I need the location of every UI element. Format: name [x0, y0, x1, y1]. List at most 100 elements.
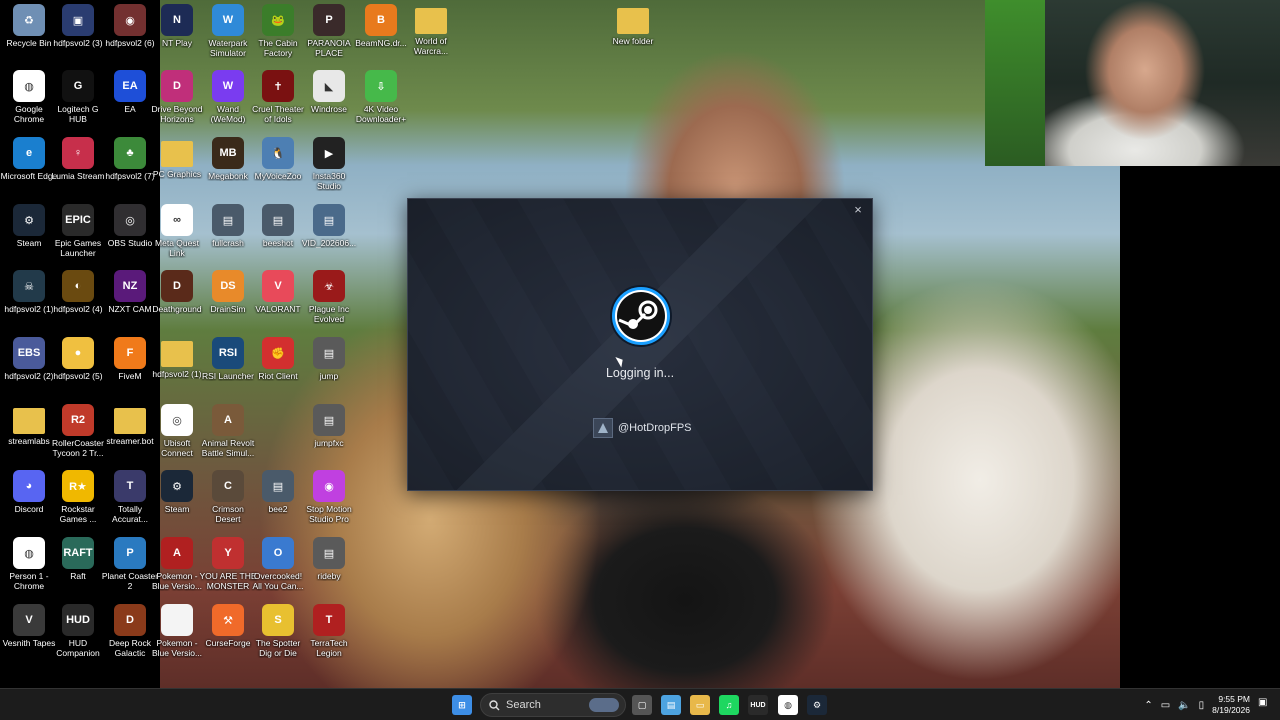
desktop-icon[interactable]: ♀ Lumia Stream — [49, 133, 107, 199]
chevron-up-icon[interactable]: ⌃ — [1144, 700, 1152, 711]
battery-icon[interactable]: ▯ — [1199, 700, 1205, 711]
close-button[interactable]: × — [850, 202, 866, 218]
crimson-desert-icon: C — [212, 470, 244, 502]
desktop-icon-label: RollerCoaster Tycoon 2 Tr... — [52, 438, 104, 458]
desktop-icon[interactable]: ✝ Cruel Theater of Idols — [249, 66, 307, 132]
desktop-icon-label: TerraTech Legion — [310, 638, 348, 658]
desktop-icon[interactable]: ▤ jumpfxc — [300, 400, 358, 466]
steam-login-dialog: × Logging in... @HotDropFPS — [407, 198, 873, 491]
desktop-icon[interactable]: World of Warcra... — [402, 0, 460, 66]
desktop-icon-label: 4K Video Downloader+ — [355, 104, 407, 124]
desktop-icon[interactable]: New folder — [604, 0, 662, 66]
desktop-icon[interactable]: D Drive Beyond Horizons — [148, 66, 206, 132]
desktop-icon[interactable]: ◐ hdfpsvol2 (4) — [49, 266, 107, 332]
recycle-bin-icon: ♻ — [13, 4, 45, 36]
desktop-icon[interactable]: ● hdfpsvol2 (5) — [49, 333, 107, 399]
desktop-icon[interactable]: ▤ beeshot — [249, 200, 307, 266]
desktop-icon-label: New folder — [612, 36, 654, 46]
desktop-icon[interactable]: A Pokemon - Blue Versio... — [148, 533, 206, 599]
beamng-icon: B — [365, 4, 397, 36]
desktop-icon-label: The Cabin Factory — [258, 38, 298, 58]
desktop-icon[interactable]: ▤ jump — [300, 333, 358, 399]
desktop-icon[interactable]: ▶ Insta360 Studio — [300, 133, 358, 199]
wand-icon: W — [212, 70, 244, 102]
desktop-icon[interactable]: S The Spotter Dig or Die — [249, 600, 307, 666]
meta-quest-icon: ∞ — [161, 204, 193, 236]
desktop-icon[interactable]: G Logitech G HUB — [49, 66, 107, 132]
desktop-icon[interactable]: P PARANOIA PLACE — [300, 0, 358, 66]
desktop-icon-label: HUD Companion — [56, 638, 100, 658]
chrome-icon[interactable]: ◍ — [778, 695, 798, 715]
desktop-icon[interactable]: N NT Play — [148, 0, 206, 66]
desktop-icon[interactable]: ⇩ 4K Video Downloader+ — [352, 66, 410, 132]
desktop-icon-label: rideby — [317, 571, 341, 581]
desktop-icon-label: Raft — [70, 571, 86, 581]
notification-icon[interactable]: ▣ — [1258, 697, 1272, 713]
desktop-icon[interactable]: O Overcooked! All You Can... — [249, 533, 307, 599]
desktop-icon[interactable]: ▤ rideby — [300, 533, 358, 599]
desktop-icon-label: PARANOIA PLACE — [307, 38, 351, 58]
video-file-icon: ▤ — [313, 404, 345, 436]
tabs-icon: T — [114, 470, 146, 502]
video-file-icon: ▤ — [313, 204, 345, 236]
volume-icon[interactable]: 🔈 — [1178, 700, 1190, 711]
windows-start-icon[interactable]: ⊞ — [452, 695, 472, 715]
desktop-icon-label: Epic Games Launcher — [54, 238, 102, 258]
desktop-icon[interactable]: ☣ Plague Inc Evolved — [300, 266, 358, 332]
chrome-icon: ◍ — [13, 70, 45, 102]
desktop-icon[interactable]: ✊ Riot Client — [249, 333, 307, 399]
desktop-icon[interactable]: R2 RollerCoaster Tycoon 2 Tr... — [49, 400, 107, 466]
taskbar-search-box[interactable]: Search — [480, 693, 626, 717]
apex-icon: A — [161, 537, 193, 569]
desktop-icon[interactable]: ∞ Meta Quest Link — [148, 200, 206, 266]
desktop-icon[interactable]: ◎ Ubisoft Connect — [148, 400, 206, 466]
overcooked-icon: O — [262, 537, 294, 569]
desktop-icon[interactable]: R★ Rockstar Games ... — [49, 466, 107, 532]
desktop-icon[interactable]: HUD HUD Companion — [49, 600, 107, 666]
desktop-icon[interactable]: Pokemon - Blue Versio... — [148, 600, 206, 666]
desktop-icon-label: Ubisoft Connect — [161, 438, 193, 458]
fivem-icon: F — [114, 337, 146, 369]
desktop-icon[interactable]: ▤ VID_202606... — [300, 200, 358, 266]
system-tray: ⌃ ▭ 🔈 ▯ 9:55 PM 8/19/2026 — [1144, 691, 1250, 719]
desktop-icon[interactable]: EPIC Epic Games Launcher — [49, 200, 107, 266]
desktop-icon[interactable]: ⚙ Steam — [148, 466, 206, 532]
desktop-icon[interactable]: 🐧 MyVoiceZoo — [249, 133, 307, 199]
file-explorer-icon[interactable]: ▭ — [690, 695, 710, 715]
steam-icon[interactable]: ⚙ — [807, 695, 827, 715]
desktop-icon[interactable]: V VALORANT — [249, 266, 307, 332]
webcam-overlay — [985, 0, 1280, 166]
desktop-icon[interactable]: A Animal Revolt Battle Simul... — [199, 400, 257, 466]
folder-icon — [114, 408, 146, 434]
valorant-icon: V — [262, 270, 294, 302]
desktop-icon[interactable]: ▤ bee2 — [249, 466, 307, 532]
deathground-icon: D — [161, 270, 193, 302]
desktop-icon[interactable]: ▣ hdfpsvol2 (3) — [49, 0, 107, 66]
desktop-icon-label: jump — [319, 371, 339, 381]
account-username: @HotDropFPS — [618, 422, 692, 434]
raft-icon: RAFT — [62, 537, 94, 569]
desktop-icon[interactable]: RAFT Raft — [49, 533, 107, 599]
desktop-icon[interactable]: D Deathground — [148, 266, 206, 332]
task-view-icon[interactable]: ▢ — [632, 695, 652, 715]
folder-icon — [617, 8, 649, 34]
notepad-icon[interactable]: ▤ — [661, 695, 681, 715]
clock[interactable]: 9:55 PM 8/19/2026 — [1212, 694, 1250, 716]
desktop-icon[interactable]: PC Graphics — [148, 133, 206, 199]
desktop-icon-label: VALORANT — [255, 304, 301, 314]
planet-coaster-icon: P — [114, 537, 146, 569]
network-icon[interactable]: ▭ — [1161, 700, 1170, 711]
desktop-icon[interactable]: T TerraTech Legion — [300, 600, 358, 666]
file-icon — [161, 604, 193, 636]
desktop-icon-label: jumpfxc — [314, 438, 344, 448]
desktop-icon[interactable]: hdfpsvol2 (1) — [148, 333, 206, 399]
video-file-icon: ▤ — [313, 537, 345, 569]
desktop-icon[interactable]: 🐸 The Cabin Factory — [249, 0, 307, 66]
hud-icon[interactable]: HUD — [748, 695, 768, 715]
spotify-icon[interactable]: ♫ — [719, 695, 739, 715]
desktop-icon[interactable]: ◣ Windrose — [300, 66, 358, 132]
desktop-icon[interactable]: ◉ Stop Motion Studio Pro — [300, 466, 358, 532]
folder-icon — [415, 8, 447, 34]
desktop-icon-label: Animal Revolt Battle Simul... — [201, 438, 255, 458]
vesnith-icon: V — [13, 604, 45, 636]
